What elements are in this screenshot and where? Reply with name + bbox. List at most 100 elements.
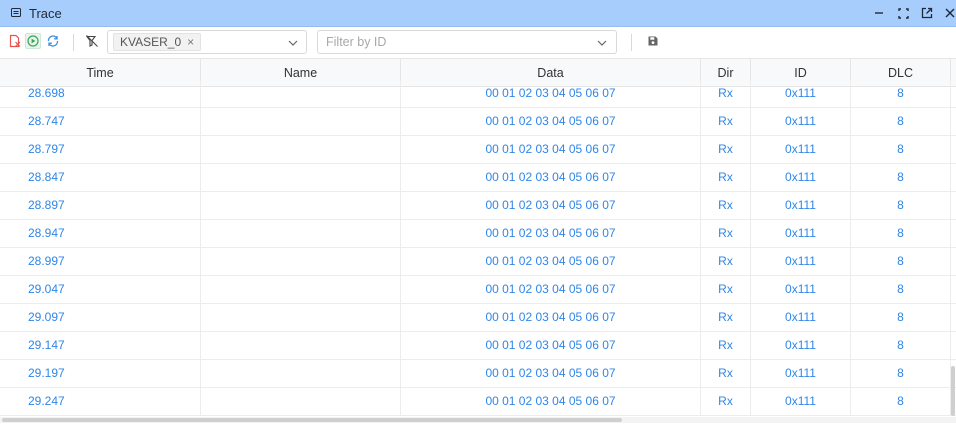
cell-time: 28.797 <box>0 136 201 164</box>
cell-name <box>201 276 401 304</box>
cell-time: 29.147 <box>0 332 201 360</box>
cell-data: 00 01 02 03 04 05 06 07 <box>401 80 701 108</box>
table-row[interactable]: 29.047 00 01 02 03 04 05 06 07 Rx 0x111 8 <box>0 276 956 304</box>
cell-dlc: 8 <box>851 192 951 220</box>
horizontal-scrollbar-thumb[interactable] <box>2 418 622 422</box>
cell-dir: Rx <box>701 388 751 416</box>
table-row[interactable]: 28.747 00 01 02 03 04 05 06 07 Rx 0x111 8 <box>0 108 956 136</box>
cell-dir: Rx <box>701 108 751 136</box>
table-row[interactable]: 28.897 00 01 02 03 04 05 06 07 Rx 0x111 8 <box>0 192 956 220</box>
cell-dlc: 8 <box>851 332 951 360</box>
id-filter-select[interactable]: Filter by ID <box>317 30 617 54</box>
cell-dir: Rx <box>701 332 751 360</box>
popout-icon[interactable] <box>919 5 935 21</box>
cell-time: 28.897 <box>0 192 201 220</box>
cell-id: 0x111 <box>751 360 851 388</box>
cell-name <box>201 164 401 192</box>
toolbar-divider <box>631 34 632 51</box>
table-row[interactable]: 28.847 00 01 02 03 04 05 06 07 Rx 0x111 8 <box>0 164 956 192</box>
cell-dlc: 8 <box>851 304 951 332</box>
vertical-scrollbar[interactable] <box>951 366 955 416</box>
cell-dir: Rx <box>701 248 751 276</box>
minimize-icon[interactable] <box>871 5 887 21</box>
cell-data: 00 01 02 03 04 05 06 07 <box>401 192 701 220</box>
trace-table: Time Name Data Dir ID DLC 28.698 00 01 02… <box>0 58 956 424</box>
chevron-down-icon <box>597 40 607 46</box>
cell-dir: Rx <box>701 136 751 164</box>
cell-dlc: 8 <box>851 164 951 192</box>
cell-data: 00 01 02 03 04 05 06 07 <box>401 220 701 248</box>
cell-id: 0x111 <box>751 164 851 192</box>
table-row[interactable]: 29.097 00 01 02 03 04 05 06 07 Rx 0x111 8 <box>0 304 956 332</box>
channel-tag: KVASER_0 × <box>113 33 202 51</box>
cell-data: 00 01 02 03 04 05 06 07 <box>401 304 701 332</box>
cell-time: 29.047 <box>0 276 201 304</box>
cell-dir: Rx <box>701 80 751 108</box>
table-row[interactable]: 28.947 00 01 02 03 04 05 06 07 Rx 0x111 8 <box>0 220 956 248</box>
window-title: Trace <box>29 6 62 21</box>
table-row[interactable]: 29.147 00 01 02 03 04 05 06 07 Rx 0x111 8 <box>0 332 956 360</box>
channel-tag-label: KVASER_0 <box>120 35 182 49</box>
channel-select[interactable]: KVASER_0 × <box>107 30 307 54</box>
cell-id: 0x111 <box>751 136 851 164</box>
table-row[interactable]: 28.698 00 01 02 03 04 05 06 07 Rx 0x111 8 <box>0 80 956 108</box>
close-icon[interactable] <box>942 5 956 21</box>
cell-data: 00 01 02 03 04 05 06 07 <box>401 332 701 360</box>
start-play-icon[interactable] <box>25 33 41 49</box>
cell-id: 0x111 <box>751 332 851 360</box>
cell-name <box>201 136 401 164</box>
cell-time: 29.097 <box>0 304 201 332</box>
cell-dlc: 8 <box>851 360 951 388</box>
cell-time: 29.247 <box>0 388 201 416</box>
cell-data: 00 01 02 03 04 05 06 07 <box>401 276 701 304</box>
id-filter-placeholder: Filter by ID <box>326 35 387 49</box>
cell-dir: Rx <box>701 360 751 388</box>
tag-remove-icon[interactable]: × <box>187 35 194 49</box>
cell-dir: Rx <box>701 276 751 304</box>
cell-id: 0x111 <box>751 388 851 416</box>
chevron-down-icon <box>288 40 298 46</box>
cell-id: 0x111 <box>751 276 851 304</box>
cell-time: 28.747 <box>0 108 201 136</box>
cell-name <box>201 304 401 332</box>
cell-name <box>201 248 401 276</box>
cell-dlc: 8 <box>851 220 951 248</box>
cell-dir: Rx <box>701 220 751 248</box>
cell-name <box>201 80 401 108</box>
cell-name <box>201 360 401 388</box>
cell-time: 29.197 <box>0 360 201 388</box>
table-row[interactable]: 29.247 00 01 02 03 04 05 06 07 Rx 0x111 8 <box>0 388 956 416</box>
cell-name <box>201 220 401 248</box>
save-icon[interactable] <box>645 33 661 49</box>
cell-id: 0x111 <box>751 220 851 248</box>
cell-dlc: 8 <box>851 136 951 164</box>
table-row[interactable]: 28.797 00 01 02 03 04 05 06 07 Rx 0x111 8 <box>0 136 956 164</box>
auto-scroll-icon[interactable] <box>45 33 61 49</box>
restore-icon[interactable] <box>895 5 911 21</box>
cell-data: 00 01 02 03 04 05 06 07 <box>401 248 701 276</box>
cell-name <box>201 108 401 136</box>
cell-time: 28.698 <box>0 80 201 108</box>
cell-dlc: 8 <box>851 108 951 136</box>
toolbar: KVASER_0 × Filter by ID <box>0 27 956 58</box>
cell-time: 28.947 <box>0 220 201 248</box>
cell-id: 0x111 <box>751 192 851 220</box>
cell-data: 00 01 02 03 04 05 06 07 <box>401 108 701 136</box>
cell-id: 0x111 <box>751 80 851 108</box>
cell-id: 0x111 <box>751 248 851 276</box>
terminal-window-icon <box>11 8 21 17</box>
clear-trace-icon[interactable] <box>7 33 23 49</box>
table-row[interactable]: 29.197 00 01 02 03 04 05 06 07 Rx 0x111 8 <box>0 360 956 388</box>
cell-data: 00 01 02 03 04 05 06 07 <box>401 136 701 164</box>
cell-data: 00 01 02 03 04 05 06 07 <box>401 164 701 192</box>
clear-filter-icon[interactable] <box>84 33 100 49</box>
cell-dlc: 8 <box>851 388 951 416</box>
cell-dlc: 8 <box>851 80 951 108</box>
cell-id: 0x111 <box>751 108 851 136</box>
cell-data: 00 01 02 03 04 05 06 07 <box>401 360 701 388</box>
horizontal-scrollbar[interactable] <box>0 417 956 423</box>
table-row[interactable]: 28.997 00 01 02 03 04 05 06 07 Rx 0x111 8 <box>0 248 956 276</box>
cell-name <box>201 388 401 416</box>
cell-name <box>201 192 401 220</box>
window-titlebar: Trace <box>0 0 956 27</box>
